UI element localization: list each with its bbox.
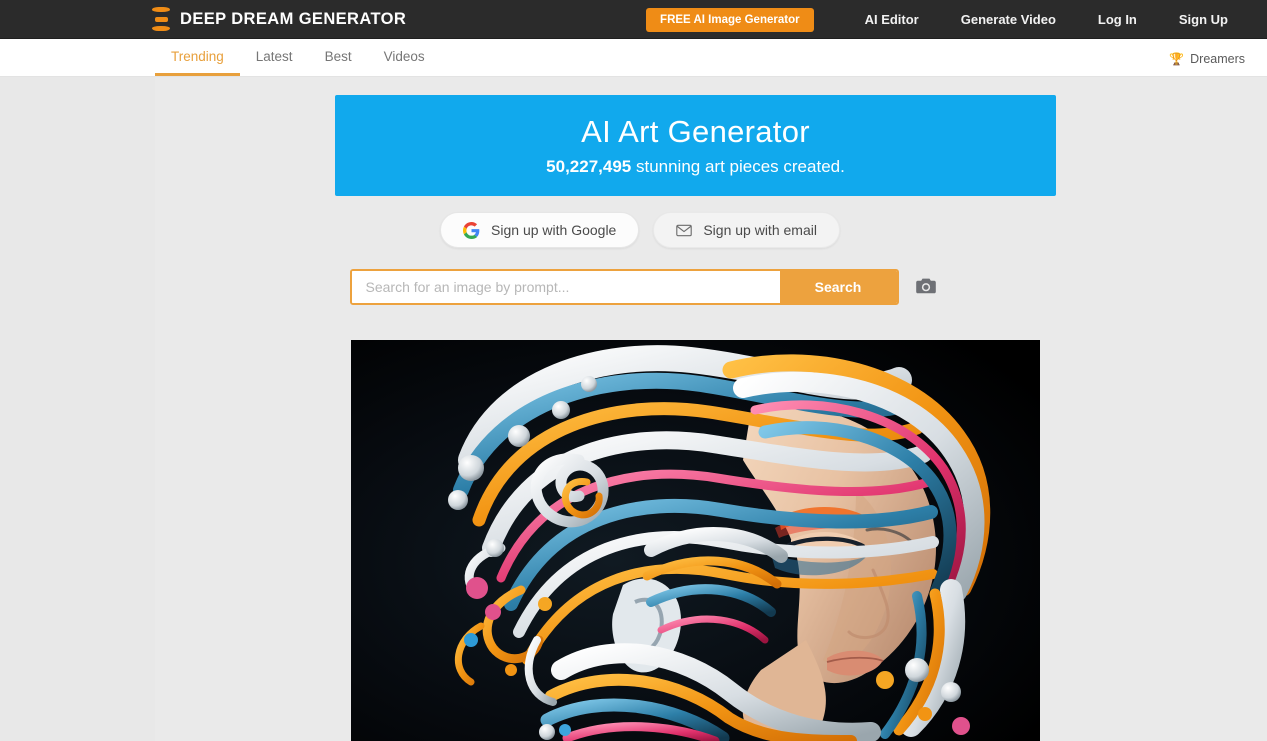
nav-link-sign-up[interactable]: Sign Up (1158, 12, 1249, 27)
envelope-icon (676, 224, 693, 237)
dreamers-label: Dreamers (1190, 52, 1245, 66)
nav-link-ai-editor[interactable]: AI Editor (844, 12, 940, 27)
tab-videos[interactable]: Videos (368, 49, 441, 77)
hero-banner: AI Art Generator 50,227,495 stunning art… (335, 95, 1056, 196)
tab-trending[interactable]: Trending (155, 49, 240, 76)
search-bar: Search (349, 269, 899, 305)
sign-up-with-email-button[interactable]: Sign up with email (653, 212, 840, 248)
sign-up-with-google-button[interactable]: Sign up with Google (440, 212, 640, 248)
brand-logo[interactable]: DEEP DREAM GENERATOR (152, 7, 406, 31)
art-pieces-count: 50,227,495 (546, 157, 632, 176)
trophy-icon: 🏆 (1169, 52, 1185, 66)
tab-best[interactable]: Best (309, 49, 368, 77)
primary-nav: FREE AI Image Generator AI Editor Genera… (646, 0, 1267, 39)
search-button[interactable]: Search (779, 271, 897, 303)
camera-icon (915, 277, 937, 298)
page-title: AI Art Generator (581, 114, 810, 149)
google-g-icon (463, 221, 480, 239)
feed-tabs: Trending Latest Best Videos (155, 39, 441, 76)
image-search-button[interactable] (915, 276, 938, 299)
page-body: AI Art Generator 50,227,495 stunning art… (0, 77, 1267, 741)
signup-options: Sign up with Google Sign up with email (0, 212, 1267, 248)
nav-link-generate-video[interactable]: Generate Video (940, 12, 1077, 27)
search-area: Search (0, 269, 1267, 305)
nav-link-log-in[interactable]: Log In (1077, 12, 1158, 27)
hero-subtitle: 50,227,495 stunning art pieces created. (546, 157, 845, 177)
dreamers-link[interactable]: 🏆 Dreamers (1169, 52, 1245, 66)
featured-artwork-image (351, 340, 1040, 741)
tab-latest[interactable]: Latest (240, 49, 309, 77)
search-input[interactable] (351, 271, 780, 303)
brand-name: DEEP DREAM GENERATOR (180, 9, 407, 28)
sign-up-with-email-label: Sign up with email (703, 222, 817, 238)
top-header-bar: DEEP DREAM GENERATOR FREE AI Image Gener… (0, 0, 1267, 39)
hourglass-stack-icon (152, 7, 170, 31)
free-ai-image-generator-button[interactable]: FREE AI Image Generator (646, 7, 814, 32)
hero-subtitle-rest: stunning art pieces created. (631, 157, 845, 176)
featured-artwork[interactable] (351, 340, 1040, 741)
sign-up-with-google-label: Sign up with Google (491, 222, 617, 238)
secondary-nav-bar: Trending Latest Best Videos 🏆 Dreamers (0, 39, 1267, 77)
